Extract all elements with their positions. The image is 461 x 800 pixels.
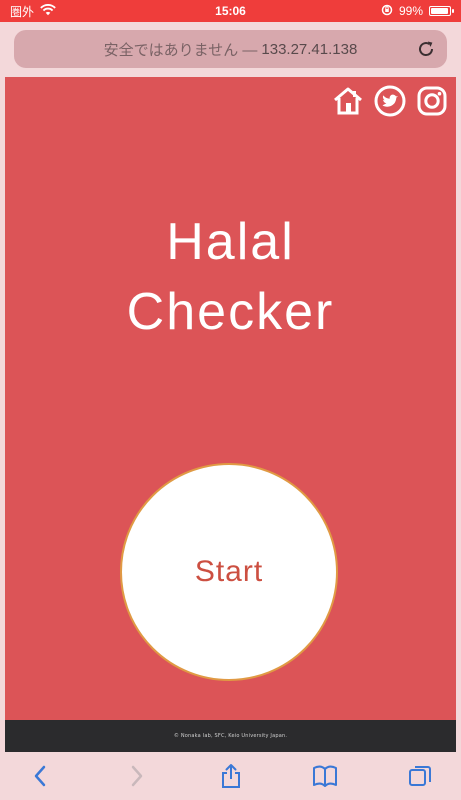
start-button[interactable]: Start xyxy=(120,463,338,681)
address-bar[interactable]: 安全ではありません — 133.27.41.138 xyxy=(14,30,447,68)
page-footer: © Nonaka lab, SFC, Keio University Japan… xyxy=(5,720,456,752)
tabs-icon xyxy=(409,766,431,786)
bookmarks-button[interactable] xyxy=(308,759,342,793)
status-time: 15:06 xyxy=(215,4,246,18)
instagram-icon[interactable] xyxy=(416,85,448,117)
share-button[interactable] xyxy=(214,759,248,793)
bookmarks-icon xyxy=(313,765,338,787)
forward-button[interactable] xyxy=(119,759,153,793)
home-icon[interactable] xyxy=(332,85,364,117)
status-bar: 圏外 15:06 99% xyxy=(0,0,461,22)
status-right: 99% xyxy=(311,4,454,19)
browser-toolbar xyxy=(0,752,461,800)
back-button[interactable] xyxy=(24,759,58,793)
page-content: Halal Checker Start xyxy=(5,77,456,720)
share-icon xyxy=(221,764,240,788)
forward-icon xyxy=(131,765,142,787)
carrier-label: 圏外 xyxy=(10,4,35,19)
social-links xyxy=(332,85,448,117)
page-title: Halal Checker xyxy=(5,207,456,347)
battery-fill xyxy=(431,8,448,14)
reload-icon[interactable] xyxy=(415,38,437,60)
back-icon xyxy=(34,765,46,787)
host-label: 133.27.41.138 xyxy=(261,40,358,58)
status-left: 圏外 xyxy=(10,3,150,20)
tabs-button[interactable] xyxy=(403,759,437,793)
battery-percent: 99% xyxy=(398,4,423,18)
wifi-icon xyxy=(40,3,56,19)
copyright-text: © Nonaka lab, SFC, Keio University Japan… xyxy=(173,733,288,739)
address-area: 安全ではありません — 133.27.41.138 xyxy=(0,22,461,77)
orientation-lock-icon xyxy=(381,4,393,19)
title-line-1: Halal xyxy=(166,213,295,271)
battery-icon xyxy=(429,6,454,16)
insecure-warning: 安全ではありません — xyxy=(103,41,258,59)
twitter-icon[interactable] xyxy=(374,85,406,117)
safari-browser-screen: 圏外 15:06 99% 安全ではありません — 133.27.41.138 H… xyxy=(0,0,461,800)
title-line-2: Checker xyxy=(126,283,335,341)
